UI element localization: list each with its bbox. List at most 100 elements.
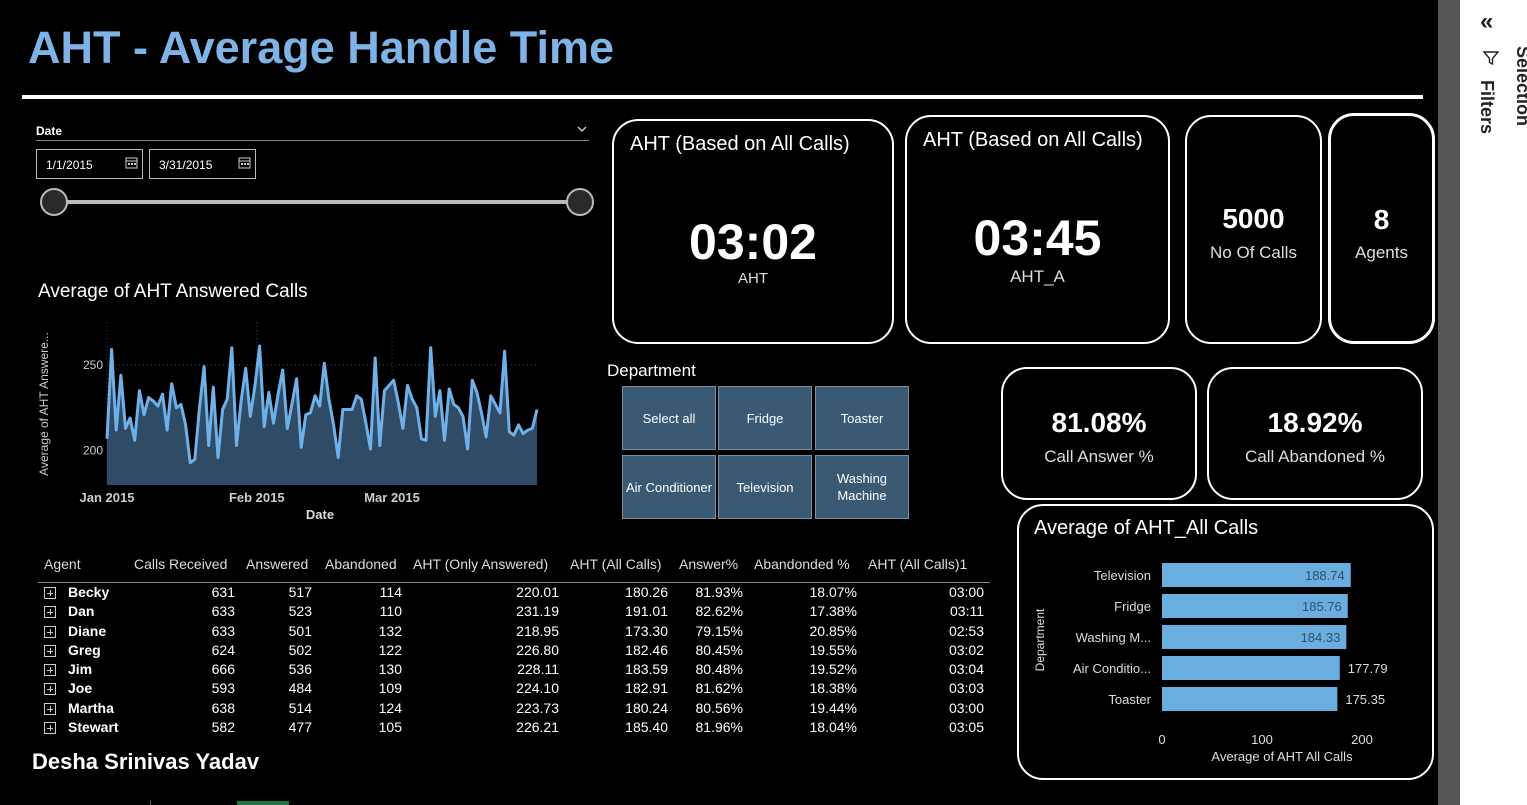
department-slicer-label: Department (607, 361, 696, 380)
cell-answer-pct: 81.62% (695, 680, 743, 697)
col-header-aht-only-answered[interactable]: AHT (Only Answered) (413, 556, 548, 572)
cell-answered: 484 (288, 680, 312, 697)
table-row[interactable]: Jim 666 536 130 228.11 183.59 80.48% 19.52% 03:0… (38, 661, 990, 680)
cell-calls-received: 633 (211, 622, 235, 639)
cell-answer-pct: 81.93% (695, 584, 743, 600)
table-row[interactable]: Dan 633 523 110 231.19 191.01 82.62% 17.38% 03:1… (38, 603, 990, 622)
expand-plus-icon[interactable] (44, 722, 56, 735)
filters-pane-label[interactable]: Filters (1476, 80, 1497, 134)
expand-plus-icon[interactable] (44, 683, 56, 696)
cell-aht-only-answered: 231.19 (516, 603, 559, 620)
aht-a-label: AHT_A (1010, 267, 1065, 286)
date-slider-end-handle[interactable] (566, 188, 594, 216)
abandon-pct-label: Call Abandoned % (1245, 447, 1385, 466)
cell-agent-name: Diane (68, 622, 107, 639)
cell-answered: 502 (288, 641, 312, 658)
cell-abandoned-pct: 18.04% (809, 719, 857, 736)
cell-abandoned: 122 (378, 641, 402, 658)
data-label: 185.76 (1302, 599, 1342, 614)
end-date-value: 3/31/2015 (159, 158, 213, 172)
data-label: 184.33 (1301, 630, 1341, 645)
author-name: Desha Srinivas Yadav (32, 749, 260, 774)
x-axis-title: Date (306, 507, 334, 522)
table-row[interactable]: Diane 633 501 132 218.95 173.30 79.15% 20.85% 02… (38, 623, 990, 642)
agents-value: 8 (1373, 204, 1390, 235)
report-canvas: AHT - Average Handle Time Date 1/1/2015 … (0, 0, 1438, 805)
cell-aht-all-calls: 182.46 (625, 641, 668, 658)
cell-agent-name: Joe (68, 680, 93, 697)
vertical-scrollbar[interactable] (1438, 0, 1460, 805)
date-slider-start-handle[interactable] (40, 188, 68, 216)
col-header-aht-all-calls-1[interactable]: AHT (All Calls)1 (868, 556, 967, 572)
calendar-icon[interactable] (238, 156, 251, 169)
chevron-down-icon[interactable] (577, 124, 587, 134)
col-header-agent[interactable]: Agent (44, 556, 81, 572)
dept-option-toaster[interactable]: Toaster (815, 386, 909, 450)
aht-all-calls-card: AHT (Based on All Calls) 03:02 AHT (612, 119, 894, 344)
cell-answered: 517 (288, 584, 312, 600)
aht-by-department-bar-chart[interactable]: Television 188.74 Fridge 185.76 Washing M...… (1020, 555, 1420, 770)
answer-pct-label: Call Answer % (1044, 447, 1154, 466)
line-chart-title: Average of AHT Answered Calls (38, 281, 308, 302)
cell-aht-only-answered: 226.21 (516, 719, 559, 736)
expand-plus-icon[interactable] (44, 702, 56, 715)
date-range-slider-track[interactable] (54, 200, 580, 204)
cell-abandoned: 124 (378, 699, 402, 716)
cell-calls-received: 666 (211, 661, 235, 678)
expand-plus-icon[interactable] (44, 606, 56, 619)
table-row[interactable]: Stewart 582 477 105 226.21 185.40 81.96% 18.04%… (38, 719, 990, 738)
dept-option-select-all[interactable]: Select all (622, 386, 716, 450)
table-row[interactable]: Martha 638 514 124 223.73 180.24 80.56% 19.44% 0… (38, 700, 990, 719)
cell-answered: 501 (288, 622, 312, 639)
table-row[interactable]: Greg 624 502 122 226.80 182.46 80.45% 19.55% 03:… (38, 642, 990, 661)
active-page-tab-indicator[interactable] (237, 801, 289, 805)
agent-matrix-table: Agent Calls Received Answered Abandoned … (38, 553, 990, 738)
cell-aht-all-calls-1: 03:05 (948, 719, 984, 736)
col-header-answer-pct[interactable]: Answer% (679, 556, 738, 572)
cell-agent-name: Jim (68, 661, 93, 678)
table-row[interactable]: Becky 631 517 114 220.01 180.26 81.93% 18.07% 03… (38, 584, 990, 603)
cell-abandoned: 130 (378, 661, 402, 678)
cell-calls-received: 631 (211, 584, 235, 600)
aht-answered-line-chart[interactable]: 200 250 Jan 2015 Feb 2015 Mar 2015 Date Averag… (30, 312, 560, 527)
dept-option-air-conditioner[interactable]: Air Conditioner (622, 455, 716, 519)
double-chevron-left-icon[interactable]: « (1480, 8, 1493, 36)
table-row[interactable]: Joe 593 484 109 224.10 182.91 81.62% 18.38% 03:0… (38, 680, 990, 699)
cell-aht-only-answered: 226.80 (516, 641, 559, 658)
cell-calls-received: 593 (211, 680, 235, 697)
expand-plus-icon[interactable] (44, 625, 56, 638)
cell-abandoned-pct: 20.85% (809, 622, 857, 639)
expand-plus-icon[interactable] (44, 644, 56, 657)
agents-label: Agents (1355, 243, 1408, 262)
cell-calls-received: 638 (211, 699, 235, 716)
col-header-calls-received[interactable]: Calls Received (134, 556, 227, 572)
cell-agent-name: Stewart (68, 719, 119, 736)
cell-answer-pct: 79.15% (695, 622, 743, 639)
calls-value: 5000 (1222, 203, 1285, 234)
y-axis-title: Department (1033, 608, 1047, 671)
table-header-row: Agent Calls Received Answered Abandoned … (38, 553, 990, 583)
start-date-input[interactable]: 1/1/2015 (36, 149, 143, 179)
category-label: Television (1094, 568, 1151, 583)
calendar-icon[interactable] (125, 156, 138, 169)
cell-aht-only-answered: 224.10 (516, 680, 559, 697)
selection-pane-label[interactable]: Selection (1512, 46, 1527, 126)
expand-plus-icon[interactable] (44, 587, 56, 599)
call-abandoned-pct-card: 18.92% Call Abandoned % (1207, 367, 1423, 500)
dept-option-television[interactable]: Television (718, 455, 812, 519)
expand-plus-icon[interactable] (44, 664, 56, 677)
aht-label: AHT (738, 270, 768, 287)
aht-a-card: AHT (Based on All Calls) 03:45 AHT_A (905, 115, 1170, 344)
data-label: 177.79 (1348, 661, 1388, 676)
cell-aht-only-answered: 228.11 (517, 661, 559, 678)
col-header-abandoned[interactable]: Abandoned (325, 556, 397, 572)
col-header-answered[interactable]: Answered (246, 556, 308, 572)
y-tick-label: 250 (83, 358, 103, 372)
dept-option-washing-machine[interactable]: Washing Machine (815, 455, 909, 519)
col-header-aht-all-calls[interactable]: AHT (All Calls) (570, 556, 662, 572)
bar (1162, 656, 1340, 680)
x-tick-label: Mar 2015 (364, 490, 420, 505)
col-header-abandoned-pct[interactable]: Abandonded % (754, 556, 850, 572)
end-date-input[interactable]: 3/31/2015 (149, 149, 256, 179)
dept-option-fridge[interactable]: Fridge (718, 386, 812, 450)
